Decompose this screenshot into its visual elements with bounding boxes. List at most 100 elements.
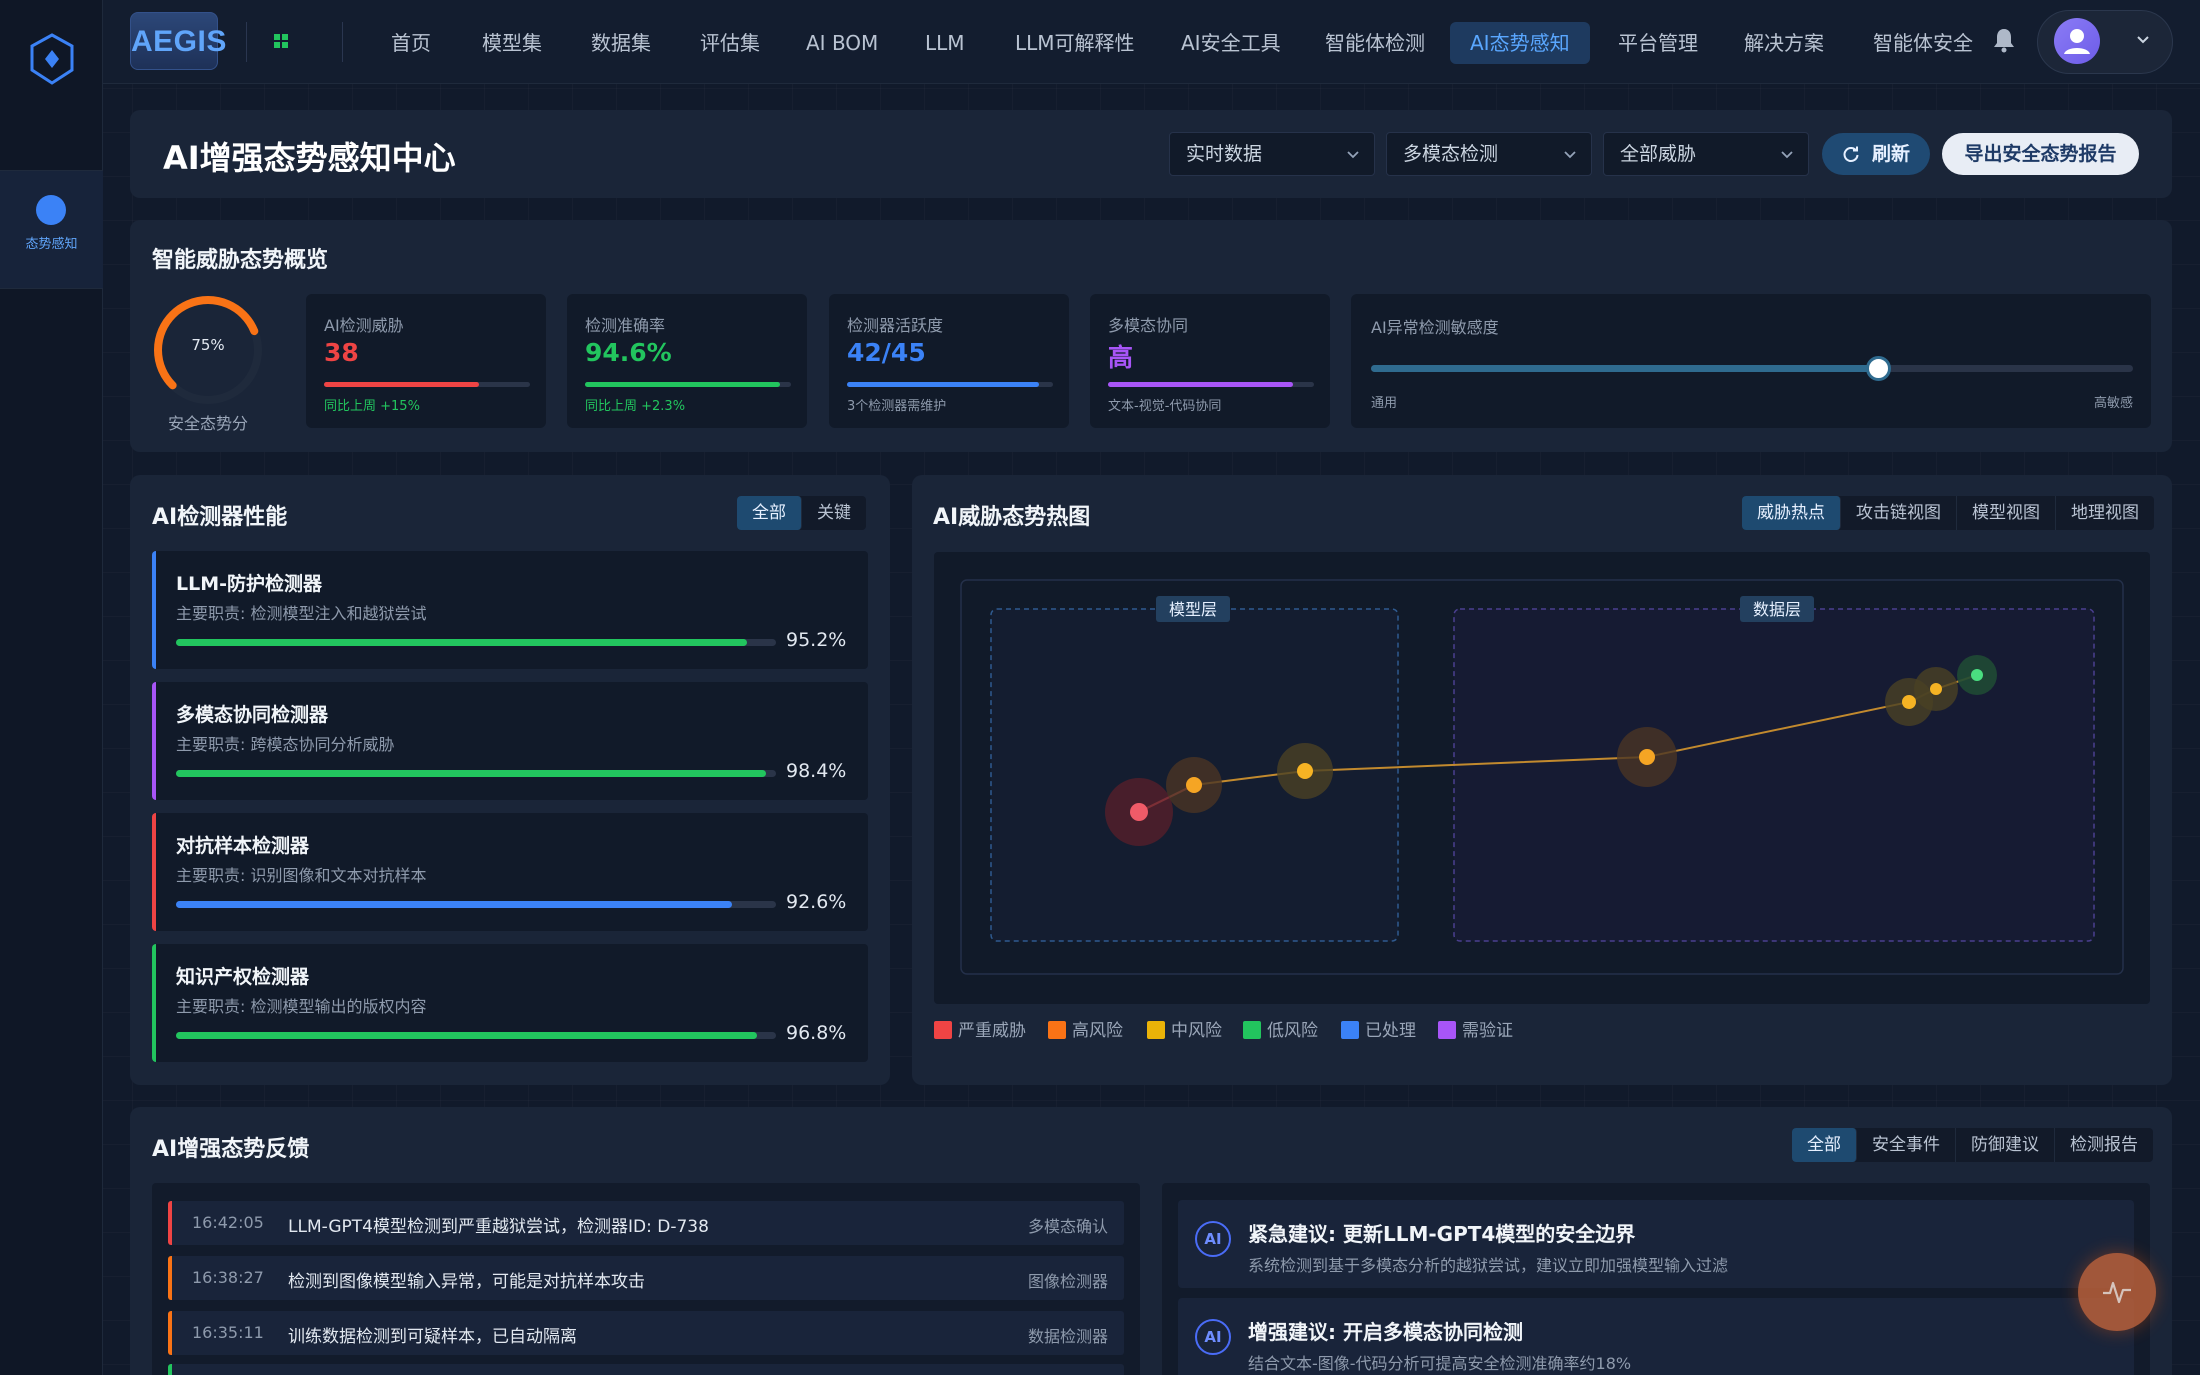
metric-title: 检测准确率 xyxy=(585,316,666,335)
brand-text: AEGIS xyxy=(131,25,227,58)
nav-item-12[interactable]: 智能体安全 xyxy=(1853,22,1993,64)
tab-feedback-all[interactable]: 全部 xyxy=(1792,1128,1857,1162)
detector-duty: 主要职责: 检测模型输出的版权内容 xyxy=(176,997,427,1016)
detector-duty: 主要职责: 识别图像和文本对抗样本 xyxy=(176,866,427,885)
nav-item-1[interactable]: 模型集 xyxy=(462,22,562,64)
notification-bell-icon[interactable] xyxy=(1990,26,2018,54)
sensitivity-low-label: 通用 xyxy=(1371,396,1398,411)
overview-title: 智能威胁态势概览 xyxy=(152,248,329,273)
export-report-button[interactable]: 导出安全态势报告 xyxy=(1942,133,2139,175)
sidebar-item-label: 态势感知 xyxy=(25,237,78,252)
refresh-icon xyxy=(1843,146,1859,162)
legend-label: 严重威胁 xyxy=(958,1021,1026,1041)
brand-logo[interactable]: AEGIS xyxy=(130,12,227,70)
nav-item-6[interactable]: LLM可解释性 xyxy=(995,22,1155,64)
suggestion-title: 紧急建议: 更新LLM-GPT4模型的安全边界 xyxy=(1248,1222,1636,1246)
detector-progress-track xyxy=(176,1032,776,1039)
sensitivity-title: AI异常检测敏感度 xyxy=(1371,318,1499,337)
chevron-down-icon[interactable] xyxy=(2135,32,2151,48)
feedback-title: AI增强态势反馈 xyxy=(152,1137,310,1162)
high-threat-node[interactable] xyxy=(1186,777,1202,793)
event-source: 数据检测器 xyxy=(1027,1327,1108,1346)
floating-activity-button[interactable] xyxy=(2078,1253,2156,1331)
detector-progress-track xyxy=(176,770,776,777)
event-item[interactable]: 16:38:27 检测到图像模型输入异常，可能是对抗样本攻击 图像检测器 xyxy=(168,1256,1124,1300)
metric-bar xyxy=(324,382,530,387)
legend-item: 高风险 xyxy=(1048,1016,1123,1041)
data-source-select[interactable]: 实时数据 xyxy=(1169,132,1375,176)
metric-subtext: 3个检测器需维护 xyxy=(847,399,947,414)
metric-subtext: 同比上周 +15% xyxy=(324,399,420,414)
nav-item-11[interactable]: 解决方案 xyxy=(1724,22,1844,64)
low-threat-node[interactable] xyxy=(1971,669,1983,681)
metric-value: 42/45 xyxy=(847,338,926,367)
metric-card: 多模态协同高文本-视觉-代码协同 xyxy=(1090,294,1330,428)
tab-geo-view[interactable]: 地理视图 xyxy=(2056,496,2154,530)
security-score-label: 安全态势分 xyxy=(167,414,248,433)
nav-item-0[interactable]: 首页 xyxy=(371,22,451,64)
legend-swatch xyxy=(1341,1021,1359,1039)
detection-mode-select[interactable]: 多模态检测 xyxy=(1386,132,1592,176)
apps-grid-icon[interactable] xyxy=(272,32,290,50)
legend-item: 需验证 xyxy=(1438,1016,1513,1041)
high-threat-node[interactable] xyxy=(1639,749,1655,765)
page-title: AI增强态势感知中心 xyxy=(163,139,456,177)
nav-item-5[interactable]: LLM xyxy=(905,22,985,64)
nav-item-2[interactable]: 数据集 xyxy=(571,22,671,64)
threat-filter-select[interactable]: 全部威胁 xyxy=(1603,132,1809,176)
heatmap-title: AI威胁态势热图 xyxy=(933,505,1091,530)
suggestion-card[interactable]: AI 紧急建议: 更新LLM-GPT4模型的安全边界 系统检测到基于多模态分析的越狱… xyxy=(1178,1200,2134,1288)
tab-security-events[interactable]: 安全事件 xyxy=(1857,1128,1956,1162)
medium-threat-node[interactable] xyxy=(1930,683,1942,695)
sensitivity-slider-fill xyxy=(1371,365,1878,372)
medium-threat-node[interactable] xyxy=(1902,695,1916,709)
tab-defense-suggestions[interactable]: 防御建议 xyxy=(1956,1128,2055,1162)
detector-card[interactable]: 对抗样本检测器主要职责: 识别图像和文本对抗样本 92.6% xyxy=(152,813,868,931)
nav-item-8[interactable]: 智能体检测 xyxy=(1305,22,1445,64)
event-item[interactable]: 16:35:11 训练数据检测到可疑样本，已自动隔离 数据检测器 xyxy=(168,1311,1124,1355)
nav-item-3[interactable]: 评估集 xyxy=(680,22,780,64)
detector-progress-track xyxy=(176,901,776,908)
legend-label: 需验证 xyxy=(1462,1021,1513,1041)
metric-bar xyxy=(847,382,1053,387)
shield-logo-icon[interactable] xyxy=(28,32,76,86)
data-layer-zone xyxy=(1453,608,2095,942)
user-avatar[interactable] xyxy=(2054,18,2100,64)
event-text: 训练数据检测到可疑样本，已自动隔离 xyxy=(288,1327,577,1347)
refresh-button[interactable]: 刷新 xyxy=(1822,133,1930,175)
detector-percent: 92.6% xyxy=(786,891,847,913)
event-item[interactable]: 16:42:05 LLM-GPT4模型检测到严重越狱尝试，检测器ID: D-738… xyxy=(168,1201,1124,1245)
sensitivity-slider-thumb[interactable] xyxy=(1865,356,1891,381)
suggestion-card[interactable]: AI 增强建议: 开启多模态协同检测 结合文本-图像-代码分析可提高安全检测准确率约… xyxy=(1178,1298,2134,1375)
critical-threat-node[interactable] xyxy=(1130,803,1148,821)
tab-attack-chain-view[interactable]: 攻击链视图 xyxy=(1841,496,1957,530)
metric-title: 检测器活跃度 xyxy=(847,316,944,335)
tab-threat-hotspots[interactable]: 威胁热点 xyxy=(1742,496,1841,530)
nav-item-7[interactable]: AI安全工具 xyxy=(1161,22,1301,64)
metric-bar-fill xyxy=(585,382,780,387)
nav-item-10[interactable]: 平台管理 xyxy=(1598,22,1718,64)
metric-bar xyxy=(585,382,791,387)
nav-divider xyxy=(246,22,247,62)
legend-swatch xyxy=(1048,1021,1066,1039)
detector-card[interactable]: LLM-防护检测器 主要职责: 检测模型注入和越狱尝试 95.2% xyxy=(152,551,868,669)
heatmap-graph: 模型层 数据层 xyxy=(960,579,2124,975)
select-value: 实时数据 xyxy=(1186,143,1263,165)
event-time: 16:35:11 xyxy=(192,1323,264,1342)
tab-all-detectors[interactable]: 全部 xyxy=(737,496,802,530)
metric-title: AI检测威胁 xyxy=(324,316,404,335)
detector-card[interactable]: 多模态协同检测器 主要职责: 跨模态协同分析威胁 98.4% xyxy=(152,682,868,800)
user-icon xyxy=(2064,29,2090,54)
detector-card[interactable]: 知识产权检测器 主要职责: 检测模型输出的版权内容 96.8% xyxy=(152,944,868,1062)
nav-item-9[interactable]: AI态势感知 xyxy=(1450,22,1590,64)
tab-model-view[interactable]: 模型视图 xyxy=(1957,496,2056,530)
detector-name: 对抗样本检测器 xyxy=(176,835,310,857)
sensitivity-high-label: 高敏感 xyxy=(2093,396,2133,411)
medium-threat-node[interactable] xyxy=(1297,763,1313,779)
tab-detection-reports[interactable]: 检测报告 xyxy=(2055,1128,2153,1162)
nav-item-4[interactable]: AI BOM xyxy=(786,22,898,64)
event-source: 图像检测器 xyxy=(1027,1272,1108,1291)
sidebar-item-situational-awareness[interactable]: 态势感知 xyxy=(0,171,103,289)
legend-label: 中风险 xyxy=(1171,1021,1222,1041)
tab-critical-detectors[interactable]: 关键 xyxy=(802,496,866,530)
